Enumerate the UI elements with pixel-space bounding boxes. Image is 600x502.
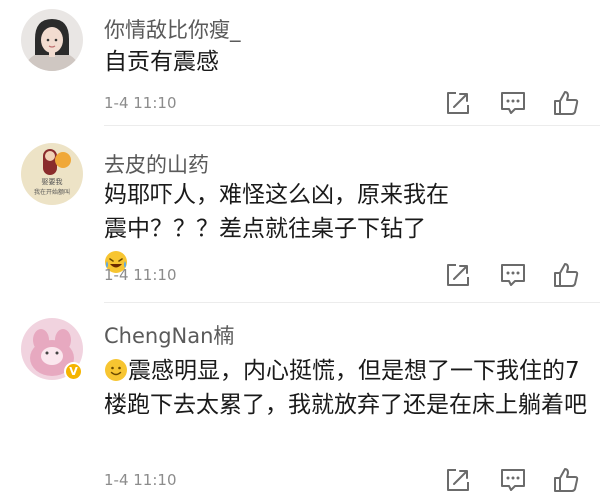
comment-item: V ChengNan楠 震感明显，内心挺慌，但是想了一下我住的7楼跑下去太累了，…: [0, 303, 600, 502]
reply-button[interactable]: [498, 88, 528, 118]
timestamp: 1-4 11:10: [104, 266, 177, 284]
share-button[interactable]: [443, 260, 473, 290]
timestamp: 1-4 11:10: [104, 471, 177, 489]
share-icon: [447, 92, 469, 114]
share-button[interactable]: [443, 465, 473, 495]
like-button[interactable]: [551, 260, 581, 290]
smile-emoji-icon: [105, 359, 127, 381]
like-button[interactable]: [551, 465, 581, 495]
comment-text: 震感明显，内心挺慌，但是想了一下我住的7楼跑下去太累了，我就放弃了还是在床上躺着…: [104, 354, 590, 422]
comment-icon: [501, 469, 525, 491]
username[interactable]: 你情敌比你瘦_: [104, 14, 241, 44]
share-icon: [447, 469, 469, 491]
verified-badge-icon: V: [64, 362, 83, 381]
comment-text-body: 妈耶吓人，难怪这么凶，原来我在震中？？？差点就往桌子下钻了: [104, 182, 449, 242]
thumbs-up-icon: [554, 263, 579, 287]
avatar[interactable]: 娶要我 我在开始额叫: [21, 143, 83, 205]
comment-item: 你情敌比你瘦_ 自贡有震感 1-4 11:10: [0, 0, 600, 126]
comment-actions: [439, 260, 584, 290]
comment-actions: [439, 88, 584, 118]
comment-item: 娶要我 我在开始额叫 去皮的山药 妈耶吓人，难怪这么凶，原来我在震中？？？差点就…: [0, 126, 600, 303]
reply-button[interactable]: [498, 465, 528, 495]
comment-text: 妈耶吓人，难怪这么凶，原来我在震中？？？差点就往桌子下钻了: [104, 178, 454, 280]
svg-text:我在开始额叫: 我在开始额叫: [34, 188, 70, 196]
reply-button[interactable]: [498, 260, 528, 290]
username[interactable]: ChengNan楠: [104, 320, 234, 350]
comment-actions: [439, 465, 584, 495]
avatar[interactable]: [21, 9, 83, 71]
comment-icon: [501, 264, 525, 286]
like-button[interactable]: [551, 88, 581, 118]
svg-text:娶要我: 娶要我: [42, 177, 63, 186]
timestamp: 1-4 11:10: [104, 94, 177, 112]
share-button[interactable]: [443, 88, 473, 118]
thumbs-up-icon: [554, 91, 579, 115]
share-icon: [447, 264, 469, 286]
username[interactable]: 去皮的山药: [104, 149, 209, 179]
thumbs-up-icon: [554, 468, 579, 492]
comment-text: 自贡有震感: [104, 49, 219, 75]
comment-text-body: 震感明显，内心挺慌，但是想了一下我住的7楼跑下去太累了，我就放弃了还是在床上躺着…: [104, 358, 587, 418]
comment-icon: [501, 92, 525, 114]
